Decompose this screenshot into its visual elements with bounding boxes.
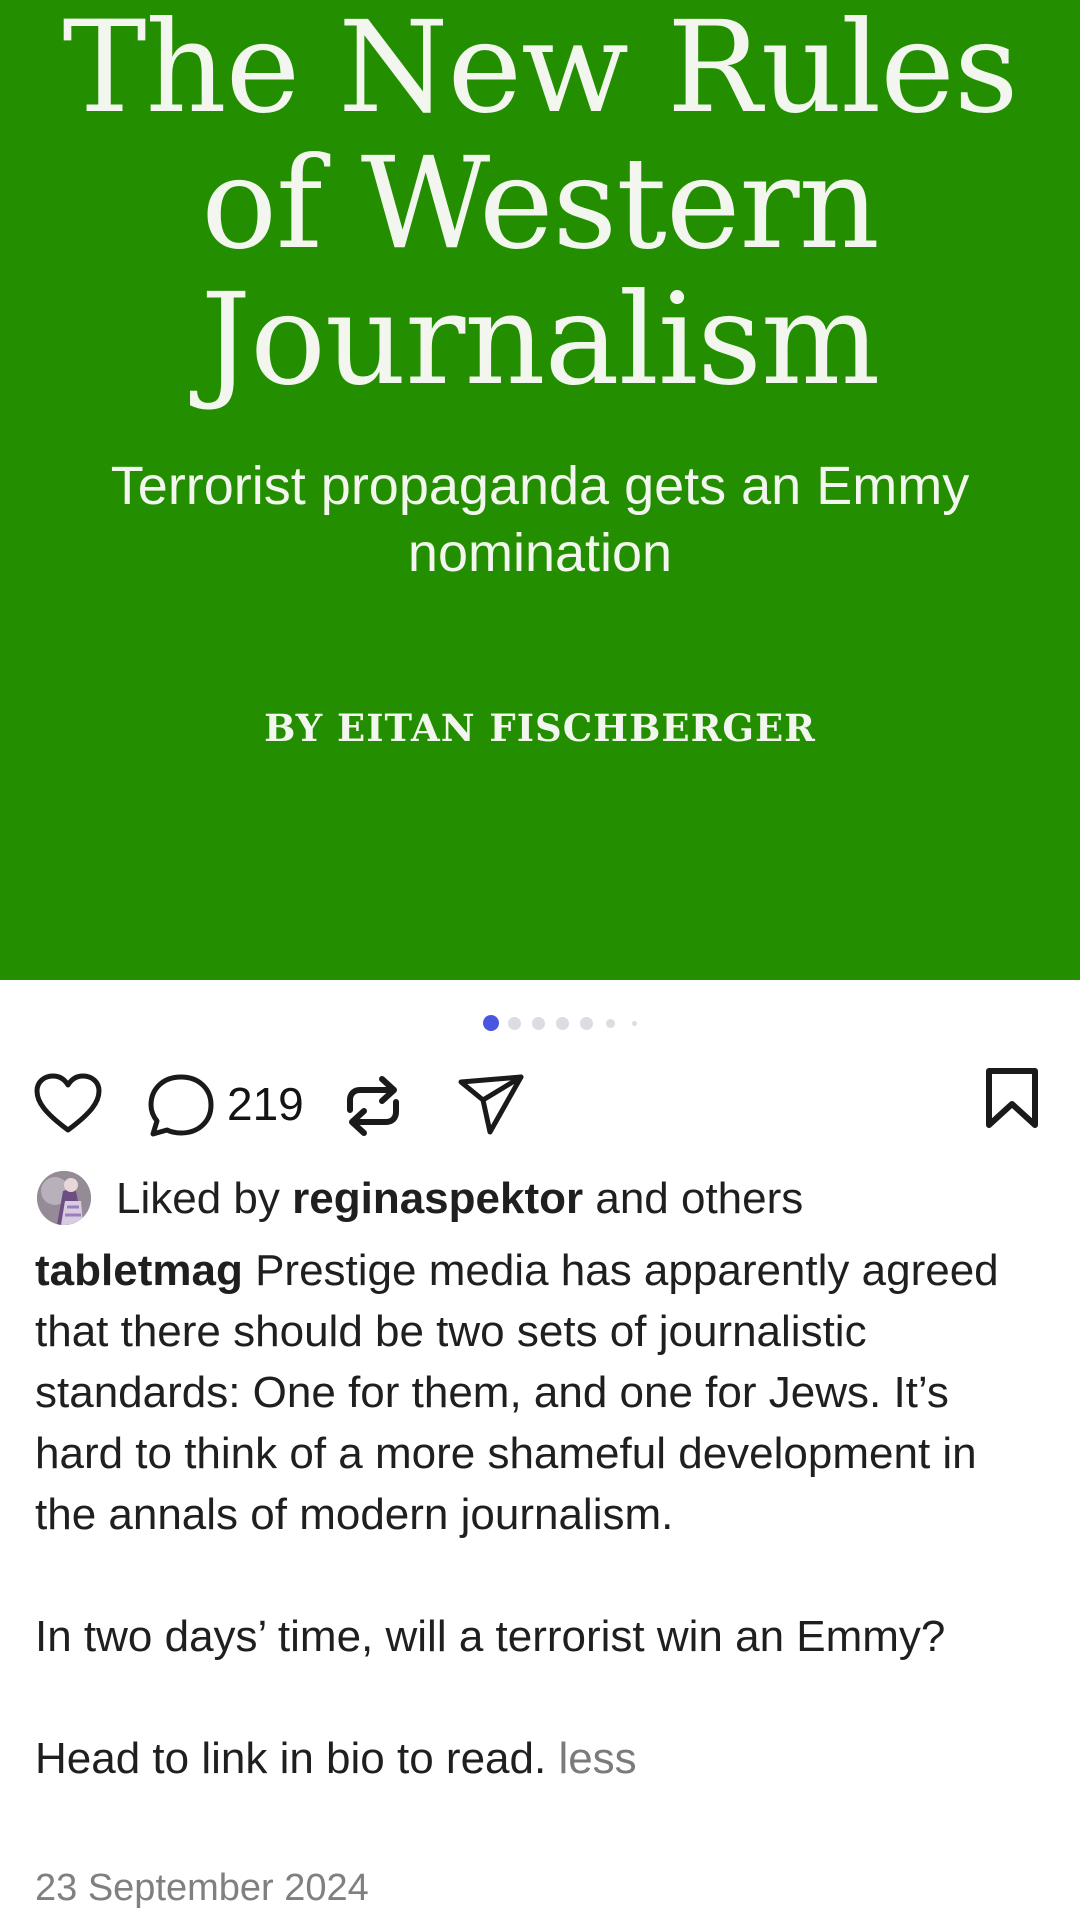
post-date: 23 September 2024 — [35, 1867, 369, 1909]
post-image[interactable]: The New Rules of Western Journalism Terr… — [0, 0, 1080, 980]
caption-paragraph-1: tabletmag Prestige media has apparently … — [35, 1240, 1045, 1545]
bookmark-icon[interactable] — [984, 1067, 1040, 1131]
comment-icon[interactable] — [146, 1071, 216, 1141]
carousel-dot-2 — [508, 1017, 521, 1030]
article-subtitle: Terrorist propaganda gets an Emmy nomina… — [110, 456, 970, 583]
carousel-dot-5 — [580, 1017, 593, 1030]
carousel-dot-6 — [606, 1019, 615, 1028]
repost-icon[interactable] — [342, 1070, 404, 1142]
liked-by-prefix: Liked by — [116, 1174, 280, 1223]
caption-paragraph-2: In two days’ time, will a terrorist win … — [35, 1612, 946, 1661]
caption-text-3: Head to link in bio to read. — [35, 1734, 547, 1783]
liked-by-username[interactable]: reginaspektor — [292, 1174, 583, 1223]
carousel-dot-7 — [632, 1021, 637, 1026]
carousel-indicator — [0, 1013, 1080, 1033]
caption-less-button[interactable]: less — [558, 1734, 636, 1783]
article-title: The New Rules of Western Journalism — [62, 0, 1018, 413]
send-icon[interactable] — [456, 1071, 526, 1137]
carousel-dot-1 — [483, 1015, 499, 1031]
carousel-dot-3 — [532, 1017, 545, 1030]
post-actions: 219 — [0, 1065, 1080, 1145]
post-caption: tabletmag Prestige media has apparently … — [35, 1240, 1045, 1789]
caption-username[interactable]: tabletmag — [35, 1246, 243, 1295]
liked-by-text: Liked by reginaspektor and others — [116, 1174, 803, 1224]
article-byline: BY EITAN FISCHBERGER — [264, 706, 816, 750]
caption-paragraph-3: Head to link in bio to read. less — [35, 1728, 1045, 1789]
liked-by-suffix[interactable]: and others — [595, 1174, 803, 1223]
comment-count: 219 — [227, 1078, 304, 1130]
likes-summary[interactable]: Liked by reginaspektor and others — [0, 1166, 1080, 1232]
heart-icon[interactable] — [33, 1071, 103, 1135]
carousel-dot-4 — [556, 1017, 569, 1030]
avatar[interactable] — [37, 1171, 91, 1225]
